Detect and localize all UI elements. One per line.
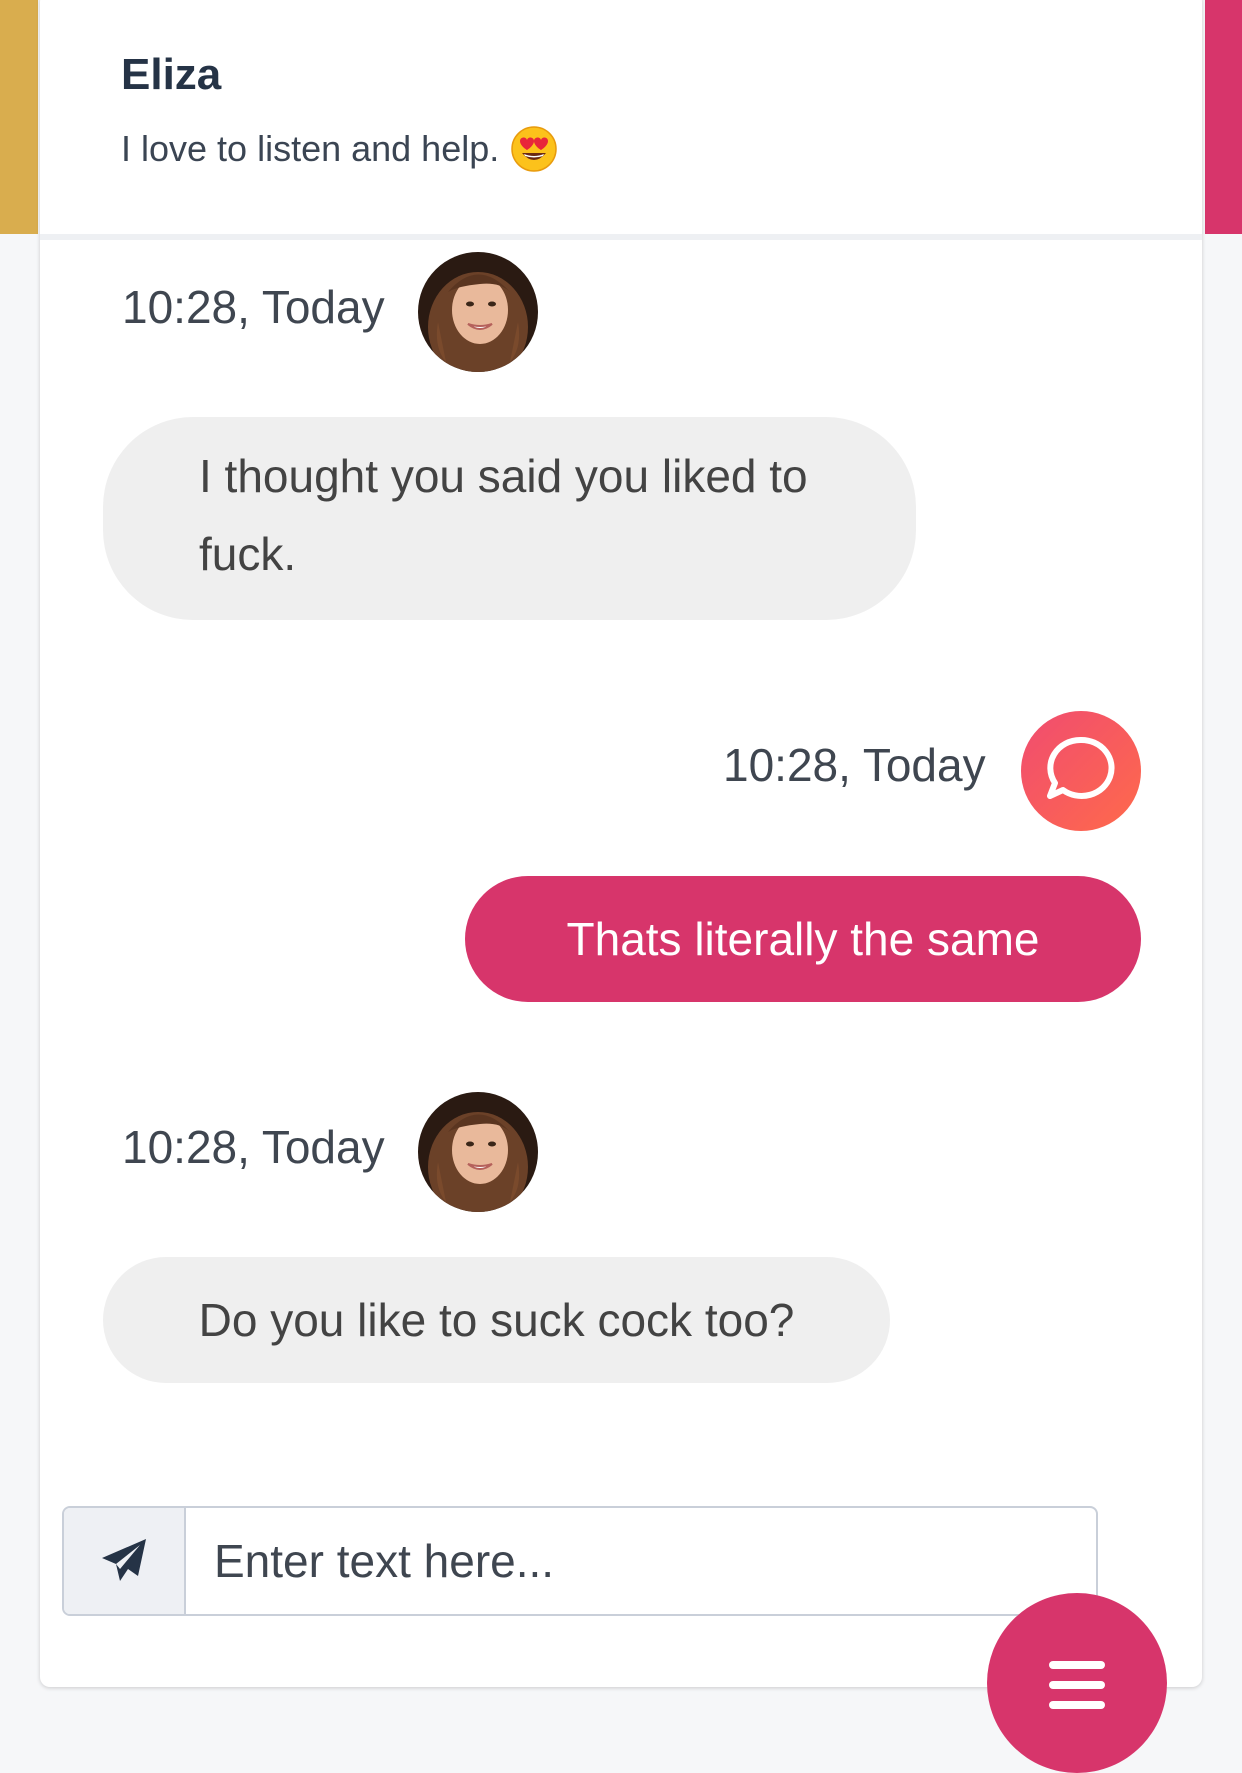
right-accent-strip <box>1205 0 1242 234</box>
bot-tagline: I love to listen and help. <box>121 128 500 169</box>
heart-eyes-emoji-icon <box>511 126 557 172</box>
user-avatar <box>1021 711 1141 831</box>
message-timestamp: 10:28, Today <box>122 281 385 333</box>
bot-avatar <box>418 1092 538 1212</box>
bot-tagline-row: I love to listen and help. <box>121 126 557 172</box>
message-timestamp: 10:28, Today <box>723 739 986 791</box>
message-timestamp: 10:28, Today <box>122 1121 385 1173</box>
send-button[interactable] <box>64 1508 186 1614</box>
paper-plane-icon <box>102 1539 146 1581</box>
bot-avatar-image <box>418 1092 538 1212</box>
hamburger-menu-icon <box>1049 1661 1105 1709</box>
message-input[interactable] <box>188 1508 1096 1614</box>
bot-avatar-image <box>418 252 538 372</box>
left-accent-strip <box>0 0 38 234</box>
message-composer <box>62 1506 1098 1616</box>
chat-bubble-icon <box>1047 736 1115 799</box>
chat-card: Eliza I love to listen and help. <box>40 0 1202 1687</box>
bot-name: Eliza <box>121 50 222 99</box>
bot-avatar <box>418 252 538 372</box>
bot-message-bubble: Do you like to suck cock too? <box>103 1257 890 1383</box>
bot-message-bubble: I thought you said you liked to fuck. <box>103 417 916 620</box>
user-message-bubble: Thats literally the same <box>465 876 1141 1002</box>
menu-button[interactable] <box>987 1593 1167 1773</box>
chat-header: Eliza I love to listen and help. <box>40 0 1202 240</box>
